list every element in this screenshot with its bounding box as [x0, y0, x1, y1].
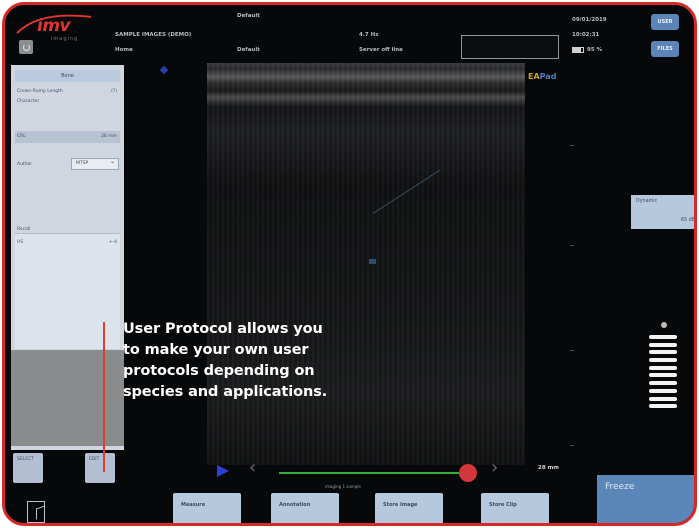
server-status: Server off line: [359, 47, 403, 53]
callout-line: protocols depending on: [123, 363, 315, 379]
tgc-indicator: [661, 322, 667, 328]
select-button[interactable]: SELECT: [13, 453, 43, 483]
ultrasound-image[interactable]: [207, 63, 525, 465]
probe-label-prefix: EA: [528, 72, 540, 81]
tgc-slider[interactable]: [649, 335, 677, 339]
cine-progress-bar[interactable]: [279, 472, 465, 474]
callout-line: User Protocol allows you: [123, 321, 323, 337]
tgc-slider[interactable]: [649, 365, 677, 370]
protocol-empty-area: [11, 350, 124, 446]
dynamic-range-control[interactable]: Dynamic 65 dB: [631, 195, 695, 229]
depth-tick: [570, 350, 574, 351]
time-display: 10:02:31: [572, 32, 600, 38]
crl-label: CRL: [17, 134, 26, 139]
cine-next-icon[interactable]: ›: [491, 457, 498, 478]
protocol-row[interactable]: Character: [15, 97, 120, 106]
callout-line: species and applications.: [123, 384, 328, 400]
date-display: 09/01/2019: [572, 17, 607, 23]
user-button[interactable]: USER: [651, 14, 679, 30]
operator-name: Home: [115, 47, 133, 53]
tgc-slider[interactable]: [649, 396, 677, 401]
dynamic-label: Dynamic: [636, 199, 658, 204]
protocol-row-label: Crown-Rump Length: [17, 89, 63, 94]
tgc-slider[interactable]: [649, 404, 677, 409]
frame-rate: 4.7 Hz: [359, 32, 379, 38]
depth-tick: [570, 245, 574, 246]
battery-level: 95 %: [587, 47, 603, 53]
protocol-panel: Bone Crown-Rump Length (?) Character CRL…: [11, 65, 124, 450]
crl-value: 28 mm: [101, 134, 117, 139]
annotation-button[interactable]: Annotation: [271, 493, 339, 523]
callout-line: to make your own user: [123, 342, 309, 358]
files-button[interactable]: FILES: [651, 41, 679, 57]
document-icon[interactable]: [27, 501, 45, 523]
tgc-slider[interactable]: [649, 373, 677, 378]
cine-start-icon[interactable]: [217, 465, 229, 477]
store-clip-button[interactable]: Store Clip: [481, 493, 549, 523]
tgc-slider[interactable]: [649, 388, 677, 393]
depth-tick: [570, 145, 574, 146]
protocol-row[interactable]: Crown-Rump Length (?): [15, 87, 120, 96]
freeze-button[interactable]: Freeze: [597, 475, 694, 523]
list-item[interactable]: HS +-4: [15, 238, 120, 247]
edit-button[interactable]: EDIT: [85, 453, 115, 483]
callout-pointer-line: [103, 322, 105, 472]
list-item-value: +-4: [108, 240, 117, 245]
depth-tick: [570, 445, 574, 446]
protocol-row-value: (?): [111, 89, 117, 94]
depth-label: 28 mm: [538, 465, 560, 471]
author-label: Author: [17, 162, 33, 167]
measurement-marker: [369, 259, 376, 264]
probe-label-suffix: Pad: [539, 72, 557, 81]
cine-prev-icon[interactable]: ‹: [249, 457, 256, 478]
list-item-label: HS: [17, 240, 24, 245]
cine-caption: imaging 1 sample: [325, 484, 361, 489]
protocol-title[interactable]: Bone: [15, 70, 120, 82]
tgc-sliders[interactable]: [649, 335, 677, 412]
power-icon: [22, 43, 30, 51]
orientation-marker-icon: [159, 65, 169, 75]
author-select[interactable]: MTSP: [71, 157, 119, 170]
recall-label: Recall: [17, 227, 31, 232]
probe-label: EAPad: [528, 72, 556, 81]
cine-slider-handle[interactable]: [459, 464, 477, 482]
preset-top-label: Default: [237, 13, 260, 19]
tgc-slider[interactable]: [649, 342, 677, 347]
store-image-button[interactable]: Store Image: [375, 493, 443, 523]
tgc-slider[interactable]: [649, 350, 677, 355]
logo-subtext: imaging: [51, 36, 79, 42]
measure-button[interactable]: Measure: [173, 493, 241, 523]
tgc-slider[interactable]: [649, 381, 677, 386]
patient-name: SAMPLE IMAGES (DEMO): [115, 32, 192, 38]
logo-text: imv: [37, 16, 71, 36]
tutorial-callout: User Protocol allows you to make your ow…: [123, 319, 423, 403]
dynamic-value: 65 dB: [681, 218, 695, 223]
battery-icon: [572, 47, 584, 53]
imv-logo: imv imaging: [15, 11, 95, 42]
device-screen: imv imaging Default SAMPLE IMAGES (DEMO)…: [2, 2, 697, 526]
protocol-row-label: Character: [17, 99, 40, 104]
tgc-slider[interactable]: [649, 358, 677, 363]
power-button[interactable]: [19, 40, 33, 54]
preset-name: Default: [237, 47, 260, 53]
header-info-field[interactable]: [461, 35, 559, 59]
crl-row[interactable]: CRL 28 mm: [15, 131, 120, 143]
